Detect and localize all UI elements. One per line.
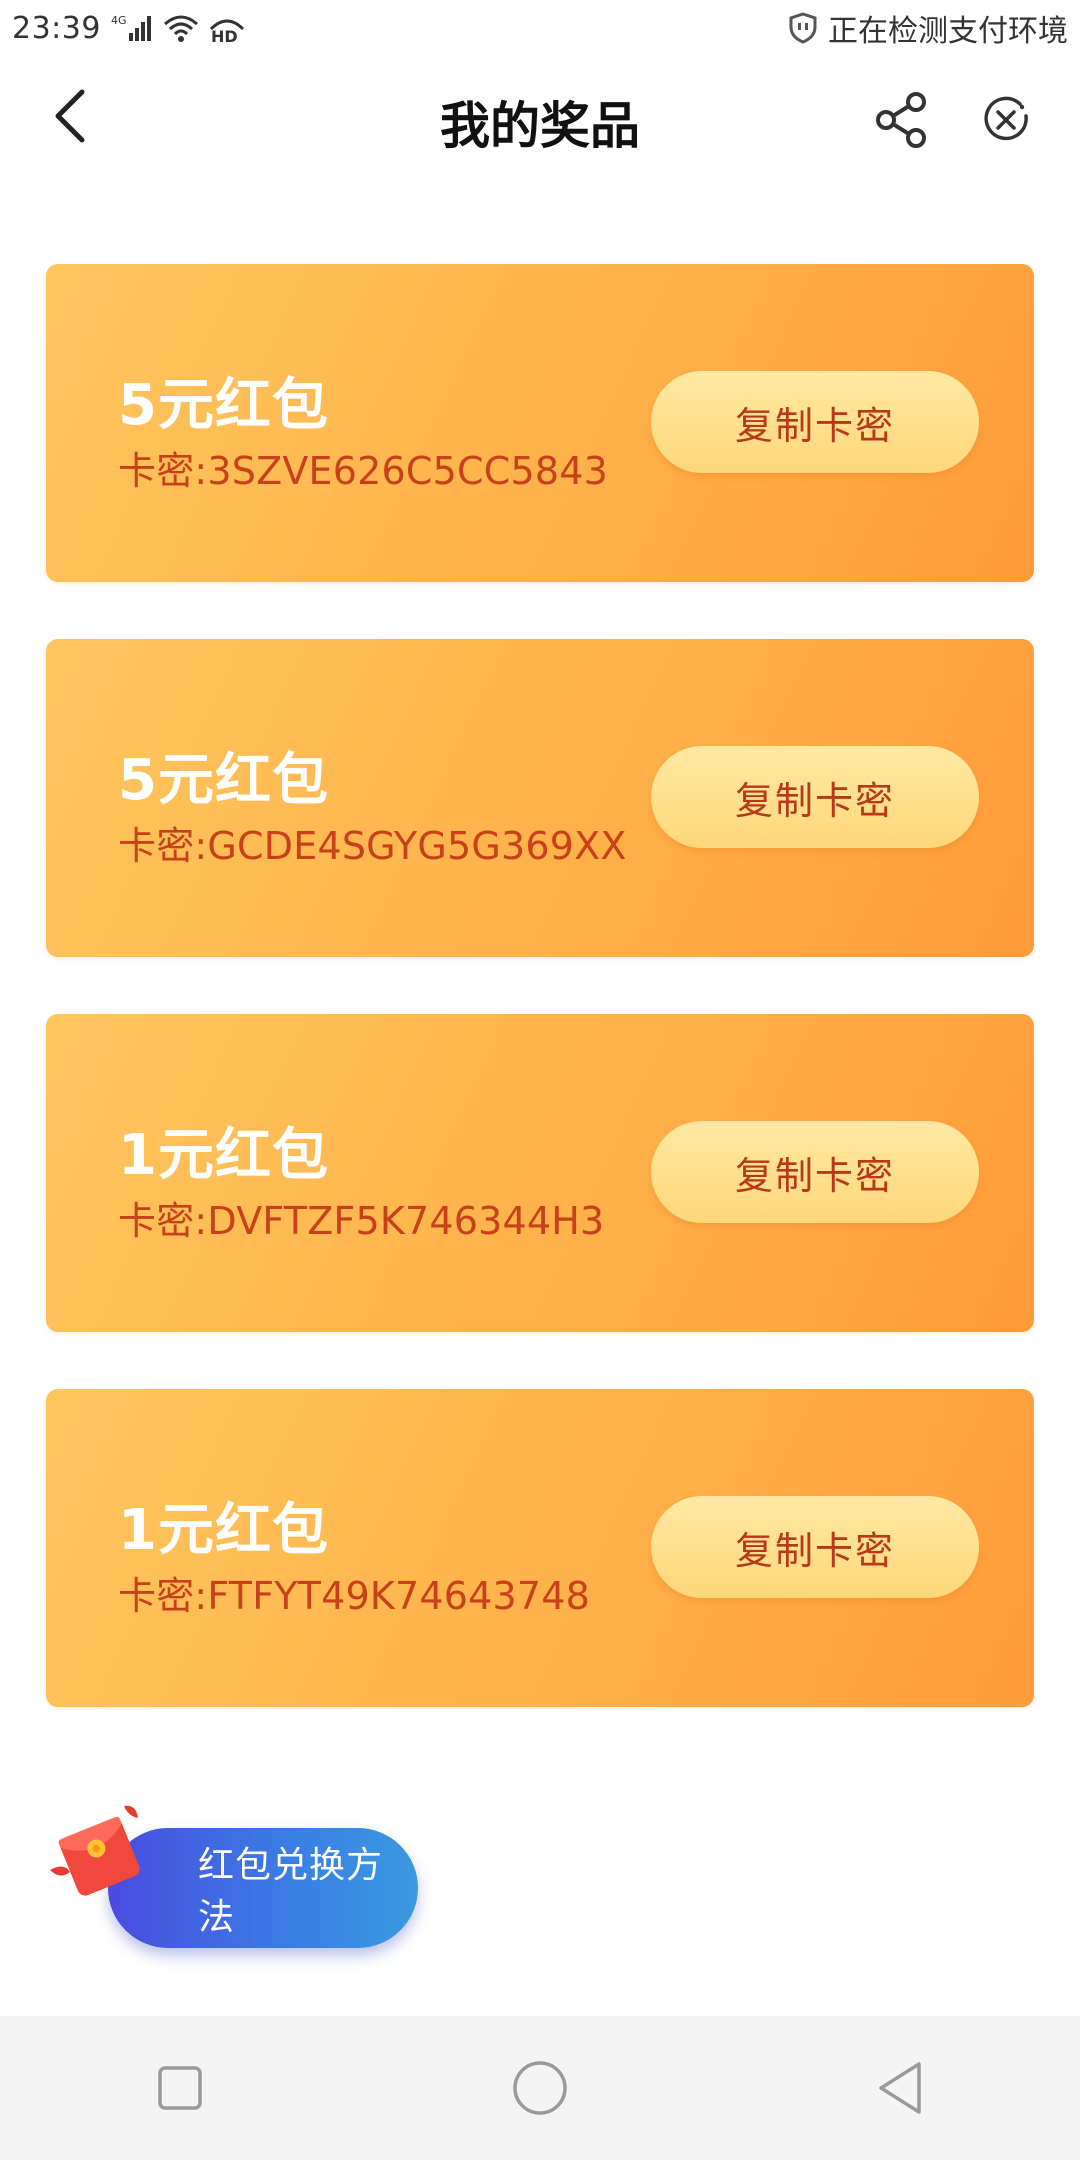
hd-icon: HD xyxy=(209,19,245,43)
close-button[interactable] xyxy=(968,82,1044,158)
copy-code-button[interactable]: 复制卡密 xyxy=(651,371,979,473)
signal-icon: 4G xyxy=(111,14,151,41)
header: 我的奖品 xyxy=(0,56,1080,180)
prize-name: 5元红包 xyxy=(118,373,329,438)
prize-list: 5元红包 卡密:3SZVE626C5CC5843 复制卡密 5元红包 卡密:GC… xyxy=(46,264,1034,1764)
prize-code: 卡密:DVFTZF5K746344H3 xyxy=(118,1199,605,1243)
red-envelope-icon xyxy=(50,1805,140,1896)
copy-code-button[interactable]: 复制卡密 xyxy=(651,1496,979,1598)
status-icons: 4G HD xyxy=(111,13,251,43)
status-bar: 23:39 4G HD 正在检测支付环境 xyxy=(0,0,1080,56)
prize-name: 5元红包 xyxy=(118,748,329,813)
copy-code-button[interactable]: 复制卡密 xyxy=(651,1121,979,1223)
status-left: 23:39 4G HD xyxy=(12,11,251,46)
redeem-method-widget: 红包兑换方法 xyxy=(44,1800,424,1960)
back-triangle-icon xyxy=(879,2062,921,2114)
recent-apps-icon xyxy=(158,2066,202,2110)
prize-card: 1元红包 卡密:FTFYT49K74643748 复制卡密 xyxy=(46,1389,1034,1707)
prize-code: 卡密:GCDE4SGYG5G369XX xyxy=(118,824,627,868)
payment-env-status: 正在检测支付环境 xyxy=(828,14,1068,49)
home-button[interactable] xyxy=(490,2038,590,2138)
redeem-method-button[interactable]: 红包兑换方法 xyxy=(108,1828,418,1948)
prize-name: 1元红包 xyxy=(118,1498,329,1563)
prize-card: 5元红包 卡密:3SZVE626C5CC5843 复制卡密 xyxy=(46,264,1034,582)
prize-code: 卡密:3SZVE626C5CC5843 xyxy=(118,449,608,493)
prize-code: 卡密:FTFYT49K74643748 xyxy=(118,1574,590,1618)
share-icon xyxy=(876,92,926,148)
shield-icon xyxy=(789,12,817,44)
prize-card: 1元红包 卡密:DVFTZF5K746344H3 复制卡密 xyxy=(46,1014,1034,1332)
svg-text:HD: HD xyxy=(211,27,238,43)
svg-text:4G: 4G xyxy=(111,14,127,27)
recent-apps-button[interactable] xyxy=(130,2038,230,2138)
copy-code-button[interactable]: 复制卡密 xyxy=(651,746,979,848)
home-icon xyxy=(513,2061,567,2115)
status-time: 23:39 xyxy=(12,10,101,46)
prize-name: 1元红包 xyxy=(118,1123,329,1188)
prize-card: 5元红包 卡密:GCDE4SGYG5G369XX 复制卡密 xyxy=(46,639,1034,957)
share-button[interactable] xyxy=(864,82,940,158)
wifi-icon xyxy=(163,15,198,42)
navigation-bar xyxy=(0,2016,1080,2160)
status-right: 正在检测支付环境 xyxy=(786,6,1068,50)
back-nav-button[interactable] xyxy=(850,2038,950,2138)
close-circle-icon xyxy=(984,96,1028,141)
